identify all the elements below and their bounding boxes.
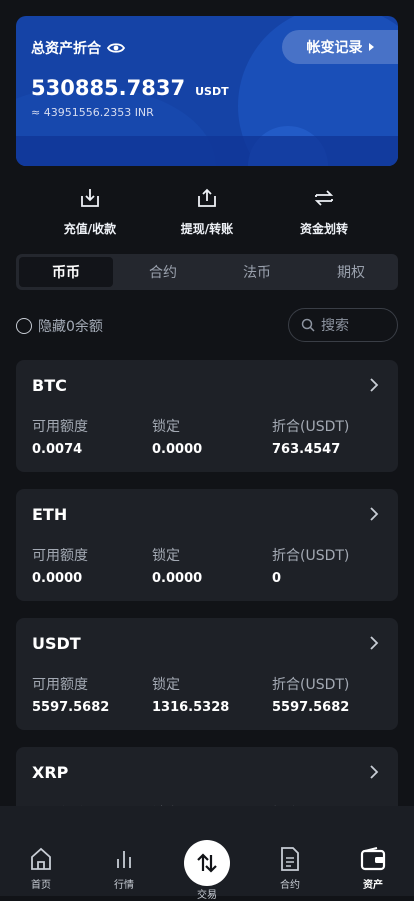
upload-icon — [198, 188, 216, 207]
chevron-right-icon — [370, 378, 379, 392]
available-label: 可用额度 — [32, 677, 88, 693]
equivalent-column: 折合(USDT) 763.4547 — [272, 416, 349, 457]
total-balance: 530885.7837 USDT — [31, 76, 229, 100]
ledger-records-label: 帐变记录 — [306, 40, 363, 56]
locked-value: 0.0000 — [152, 571, 203, 586]
wallet-icon — [360, 847, 386, 871]
total-balance-inr: ≈ 43951556.2353 INR — [31, 106, 154, 119]
total-balance-unit: USDT — [195, 85, 229, 98]
coin-name: XRP — [32, 763, 69, 782]
available-column: 可用额度 0.0000 — [32, 545, 88, 586]
coin-card-usdt[interactable]: USDT 可用额度 5597.5682 锁定 1316.5328 折合(USDT… — [16, 618, 398, 730]
nav-home-label: 首页 — [31, 880, 51, 891]
bottom-nav: 首页 行情 交易 合约 资产 — [0, 806, 414, 901]
nav-contract-label: 合约 — [280, 880, 300, 891]
equivalent-column: 折合(USDT) 0 — [272, 545, 349, 586]
equivalent-column: 折合(USDT) 5597.5682 — [272, 674, 349, 715]
withdraw-label: 提现/转账 — [180, 222, 234, 236]
total-assets-label: 总资产折合 — [31, 41, 101, 57]
available-column: 可用额度 0.0074 — [32, 416, 88, 457]
nav-trade-label: 交易 — [197, 890, 217, 901]
locked-label: 锁定 — [152, 419, 180, 435]
equivalent-value: 763.4547 — [272, 442, 341, 457]
available-label: 可用额度 — [32, 548, 88, 564]
equivalent-value: 0 — [272, 571, 282, 586]
coin-name: BTC — [32, 376, 67, 395]
quick-actions: 充值/收款 提现/转账 资金划转 — [0, 186, 414, 246]
download-icon — [81, 189, 99, 207]
total-assets-card: 总资产折合 帐变记录 530885.7837 USDT ≈ 43951556.2… — [16, 16, 398, 166]
nav-assets[interactable]: 资产 — [333, 846, 413, 891]
available-column: 可用额度 5597.5682 — [32, 674, 109, 715]
equivalent-label: 折合(USDT) — [272, 677, 350, 693]
locked-value: 1316.5328 — [152, 700, 230, 715]
transfer-button[interactable]: 资金划转 — [264, 186, 384, 237]
equivalent-label: 折合(USDT) — [272, 548, 350, 564]
search-icon — [301, 318, 315, 332]
available-value: 0.0000 — [32, 571, 83, 586]
eye-icon[interactable] — [107, 42, 125, 54]
chevron-right-icon — [370, 636, 379, 650]
deposit-label: 充值/收款 — [63, 222, 117, 236]
locked-label: 锁定 — [152, 548, 180, 564]
chevron-right-icon — [370, 507, 379, 521]
hide-zero-label: 隐藏0余额 — [38, 319, 103, 335]
available-value: 5597.5682 — [32, 700, 110, 715]
locked-column: 锁定 1316.5328 — [152, 674, 229, 715]
coin-card-btc[interactable]: BTC 可用额度 0.0074 锁定 0.0000 折合(USDT) 763.4… — [16, 360, 398, 472]
swap-arrows-icon — [197, 853, 217, 873]
nav-contract[interactable]: 合约 — [250, 846, 330, 891]
available-value: 0.0074 — [32, 442, 83, 457]
tab-spot[interactable]: 币币 — [19, 257, 113, 287]
tab-options[interactable]: 期权 — [304, 254, 398, 290]
trade-button[interactable] — [184, 840, 230, 886]
search-input[interactable]: 搜索 — [288, 308, 398, 342]
locked-column: 锁定 0.0000 — [152, 545, 202, 586]
tab-fiat[interactable]: 法币 — [210, 254, 304, 290]
coin-name: ETH — [32, 505, 68, 524]
deposit-button[interactable]: 充值/收款 — [30, 186, 150, 237]
locked-value: 0.0000 — [152, 442, 203, 457]
account-tabs: 币币 合约 法币 期权 — [16, 254, 398, 290]
nav-market[interactable]: 行情 — [84, 846, 164, 891]
nav-assets-label: 资产 — [363, 880, 383, 891]
nav-home[interactable]: 首页 — [1, 846, 81, 891]
search-placeholder: 搜索 — [321, 318, 349, 334]
document-icon — [281, 847, 299, 871]
radio-icon[interactable] — [16, 318, 32, 334]
home-icon — [31, 847, 51, 870]
locked-column: 锁定 0.0000 — [152, 416, 202, 457]
total-assets-title: 总资产折合 — [31, 38, 125, 58]
ledger-records-button[interactable]: 帐变记录 — [282, 30, 398, 64]
chart-bars-icon — [117, 851, 131, 868]
withdraw-button[interactable]: 提现/转账 — [147, 186, 267, 237]
nav-market-label: 行情 — [114, 880, 134, 891]
banner-strip — [16, 136, 398, 166]
transfer-icon — [314, 190, 334, 206]
chevron-right-icon — [370, 765, 379, 779]
equivalent-value: 5597.5682 — [272, 700, 350, 715]
coin-card-eth[interactable]: ETH 可用额度 0.0000 锁定 0.0000 折合(USDT) 0 — [16, 489, 398, 601]
equivalent-label: 折合(USDT) — [272, 419, 350, 435]
tab-contract[interactable]: 合约 — [116, 254, 210, 290]
caret-right-icon — [368, 43, 374, 51]
hide-zero-toggle[interactable]: 隐藏0余额 — [16, 316, 103, 336]
total-balance-value: 530885.7837 — [31, 76, 186, 100]
locked-label: 锁定 — [152, 677, 180, 693]
coin-name: USDT — [32, 634, 81, 653]
available-label: 可用额度 — [32, 419, 88, 435]
transfer-label: 资金划转 — [299, 222, 348, 236]
